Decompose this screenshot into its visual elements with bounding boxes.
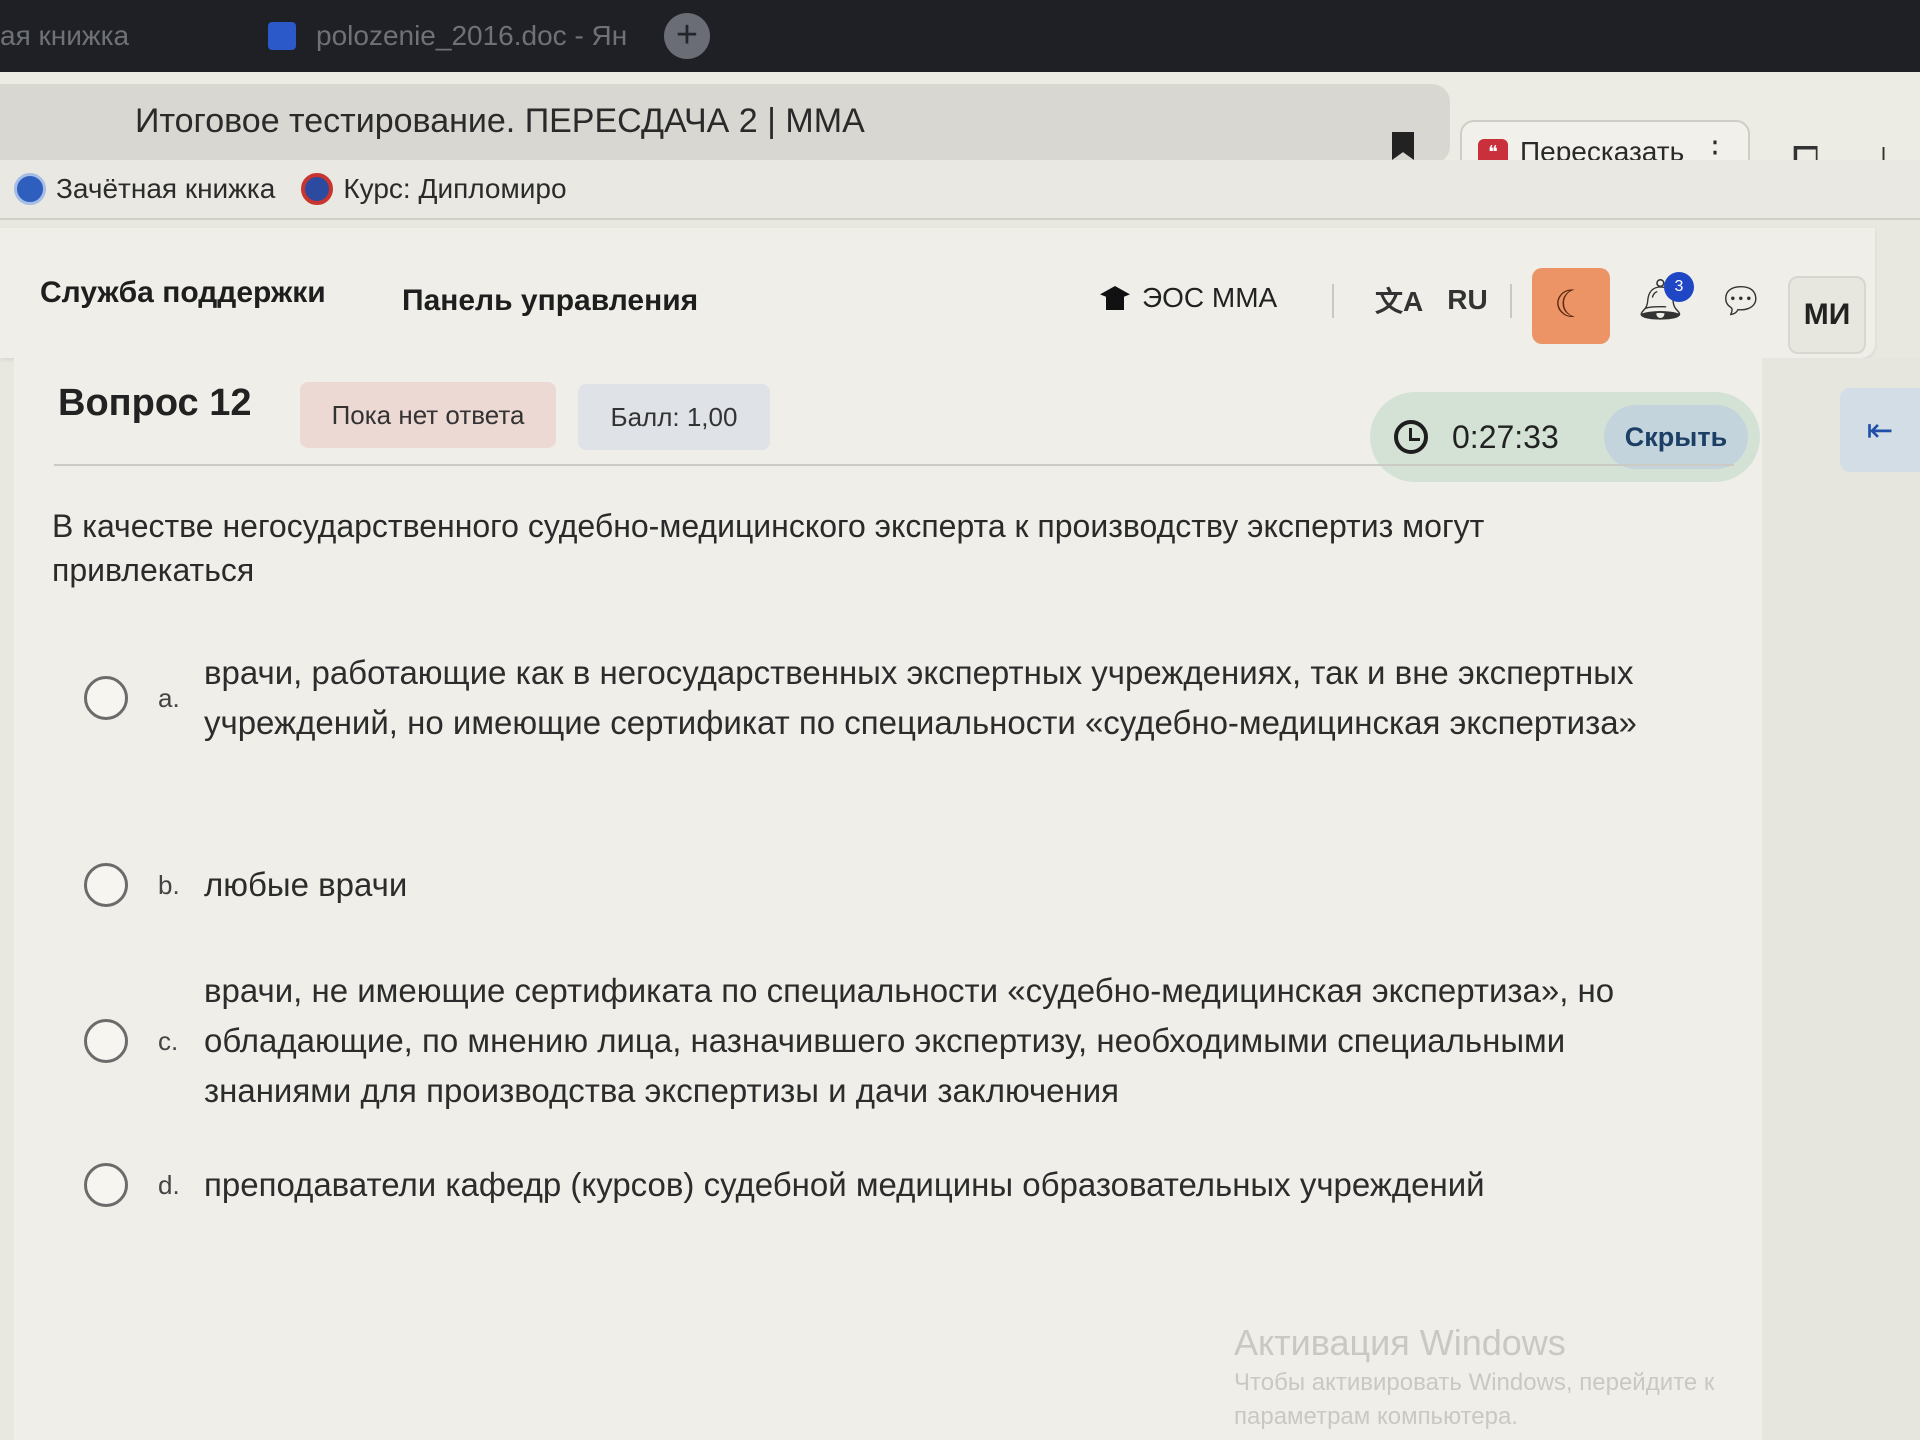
nav-dashboard[interactable]: Панель управления — [402, 284, 698, 318]
language-switcher[interactable]: 文A RU — [1375, 280, 1488, 320]
answer-option-c[interactable]: c. врачи, не имеющие сертификата по спец… — [84, 966, 1704, 1116]
windows-activation-watermark: Активация Windows Чтобы активировать Win… — [1234, 1320, 1714, 1434]
radio-button[interactable] — [84, 1163, 128, 1207]
open-drawer-icon[interactable]: ⇤ — [1840, 388, 1920, 472]
grade-badge: Балл: 1,00 — [578, 384, 770, 450]
timer-value: 0:27:33 — [1452, 418, 1559, 455]
nav-support[interactable]: Служба поддержки — [40, 276, 326, 310]
chat-icon[interactable]: 💬︎ — [1718, 280, 1764, 322]
radio-button[interactable] — [84, 1019, 128, 1063]
quiz-timer: 0:27:33 Скрыть — [1370, 392, 1760, 482]
bookmarks-bar: Зачётная книжка Курс: Дипломиро — [0, 160, 1920, 220]
divider — [1510, 284, 1512, 318]
answer-text[interactable]: врачи, работающие как в негосударственны… — [204, 648, 1654, 748]
radio-button[interactable] — [84, 863, 128, 907]
hide-timer-button[interactable]: Скрыть — [1604, 405, 1748, 469]
answer-letter: b. — [158, 869, 180, 900]
answer-text[interactable]: преподаватели кафедр (курсов) судебной м… — [204, 1160, 1654, 1210]
tab-label: polozenie_2016.doc - Ян — [316, 20, 628, 51]
divider — [54, 464, 1734, 466]
answer-option-b[interactable]: b. любые врачи — [84, 860, 1704, 910]
radio-button[interactable] — [84, 676, 128, 720]
page-title: Итоговое тестирование. ПЕРЕСДАЧА 2 | ММА — [135, 102, 865, 140]
bookmark-course[interactable]: Курс: Дипломиро — [301, 173, 567, 205]
tab-label: ая книжка — [0, 20, 130, 51]
new-tab-button[interactable]: + — [664, 13, 710, 59]
status-badge: Пока нет ответа — [300, 382, 556, 448]
clock-icon — [1394, 420, 1428, 454]
address-bar[interactable]: Итоговое тестирование. ПЕРЕСДАЧА 2 | ММА — [0, 84, 1450, 164]
dark-mode-toggle[interactable]: ☾ — [1532, 268, 1610, 344]
divider — [1332, 284, 1334, 318]
notification-badge: 3 — [1664, 272, 1694, 302]
question-text: В качестве негосударственного судебно-ме… — [52, 508, 1485, 588]
watermark-title: Активация Windows — [1234, 1322, 1566, 1363]
answer-text[interactable]: врачи, не имеющие сертификата по специал… — [204, 966, 1654, 1116]
answer-option-a[interactable]: a. врачи, работающие как в негосударстве… — [84, 648, 1704, 748]
question-panel: Вопрос 12 Пока нет ответа Балл: 1,00 0:2… — [14, 358, 1762, 1440]
site-label: ЭОС ММА — [1142, 282, 1278, 313]
bookmark-label: Зачётная книжка — [56, 173, 276, 204]
document-icon — [268, 22, 296, 50]
gradebook-favicon-icon — [14, 173, 46, 205]
browser-tab-gradebook[interactable]: ая книжка — [0, 0, 230, 72]
answer-letter: a. — [158, 682, 180, 713]
question-title: Вопрос 12 — [58, 382, 252, 424]
bookmark-gradebook[interactable]: Зачётная книжка — [14, 173, 275, 205]
site-home-link[interactable]: ЭОС ММА — [1100, 282, 1277, 314]
language-label: RU — [1447, 284, 1488, 315]
right-drawer-area — [1762, 358, 1920, 1440]
bookmark-label: Курс: Дипломиро — [343, 173, 567, 204]
browser-tab-document[interactable]: polozenie_2016.doc - Ян — [230, 0, 650, 72]
avatar[interactable]: МИ — [1788, 276, 1866, 354]
answer-letter: c. — [158, 1025, 179, 1056]
watermark-line: Чтобы активировать Windows, перейдите к — [1234, 1369, 1715, 1396]
answer-letter: d. — [158, 1169, 180, 1200]
course-favicon-icon — [301, 173, 334, 205]
site-navbar: Служба поддержки Панель управления ЭОС М… — [0, 228, 1875, 358]
answer-option-d[interactable]: d. преподаватели кафедр (курсов) судебно… — [84, 1160, 1704, 1210]
watermark-line: параметрам компьютера. — [1234, 1403, 1518, 1430]
translate-icon: 文A — [1375, 286, 1424, 317]
graduation-cap-icon — [1100, 286, 1130, 310]
answer-text[interactable]: любые врачи — [204, 860, 1654, 910]
moon-icon: ☾ — [1553, 284, 1589, 326]
